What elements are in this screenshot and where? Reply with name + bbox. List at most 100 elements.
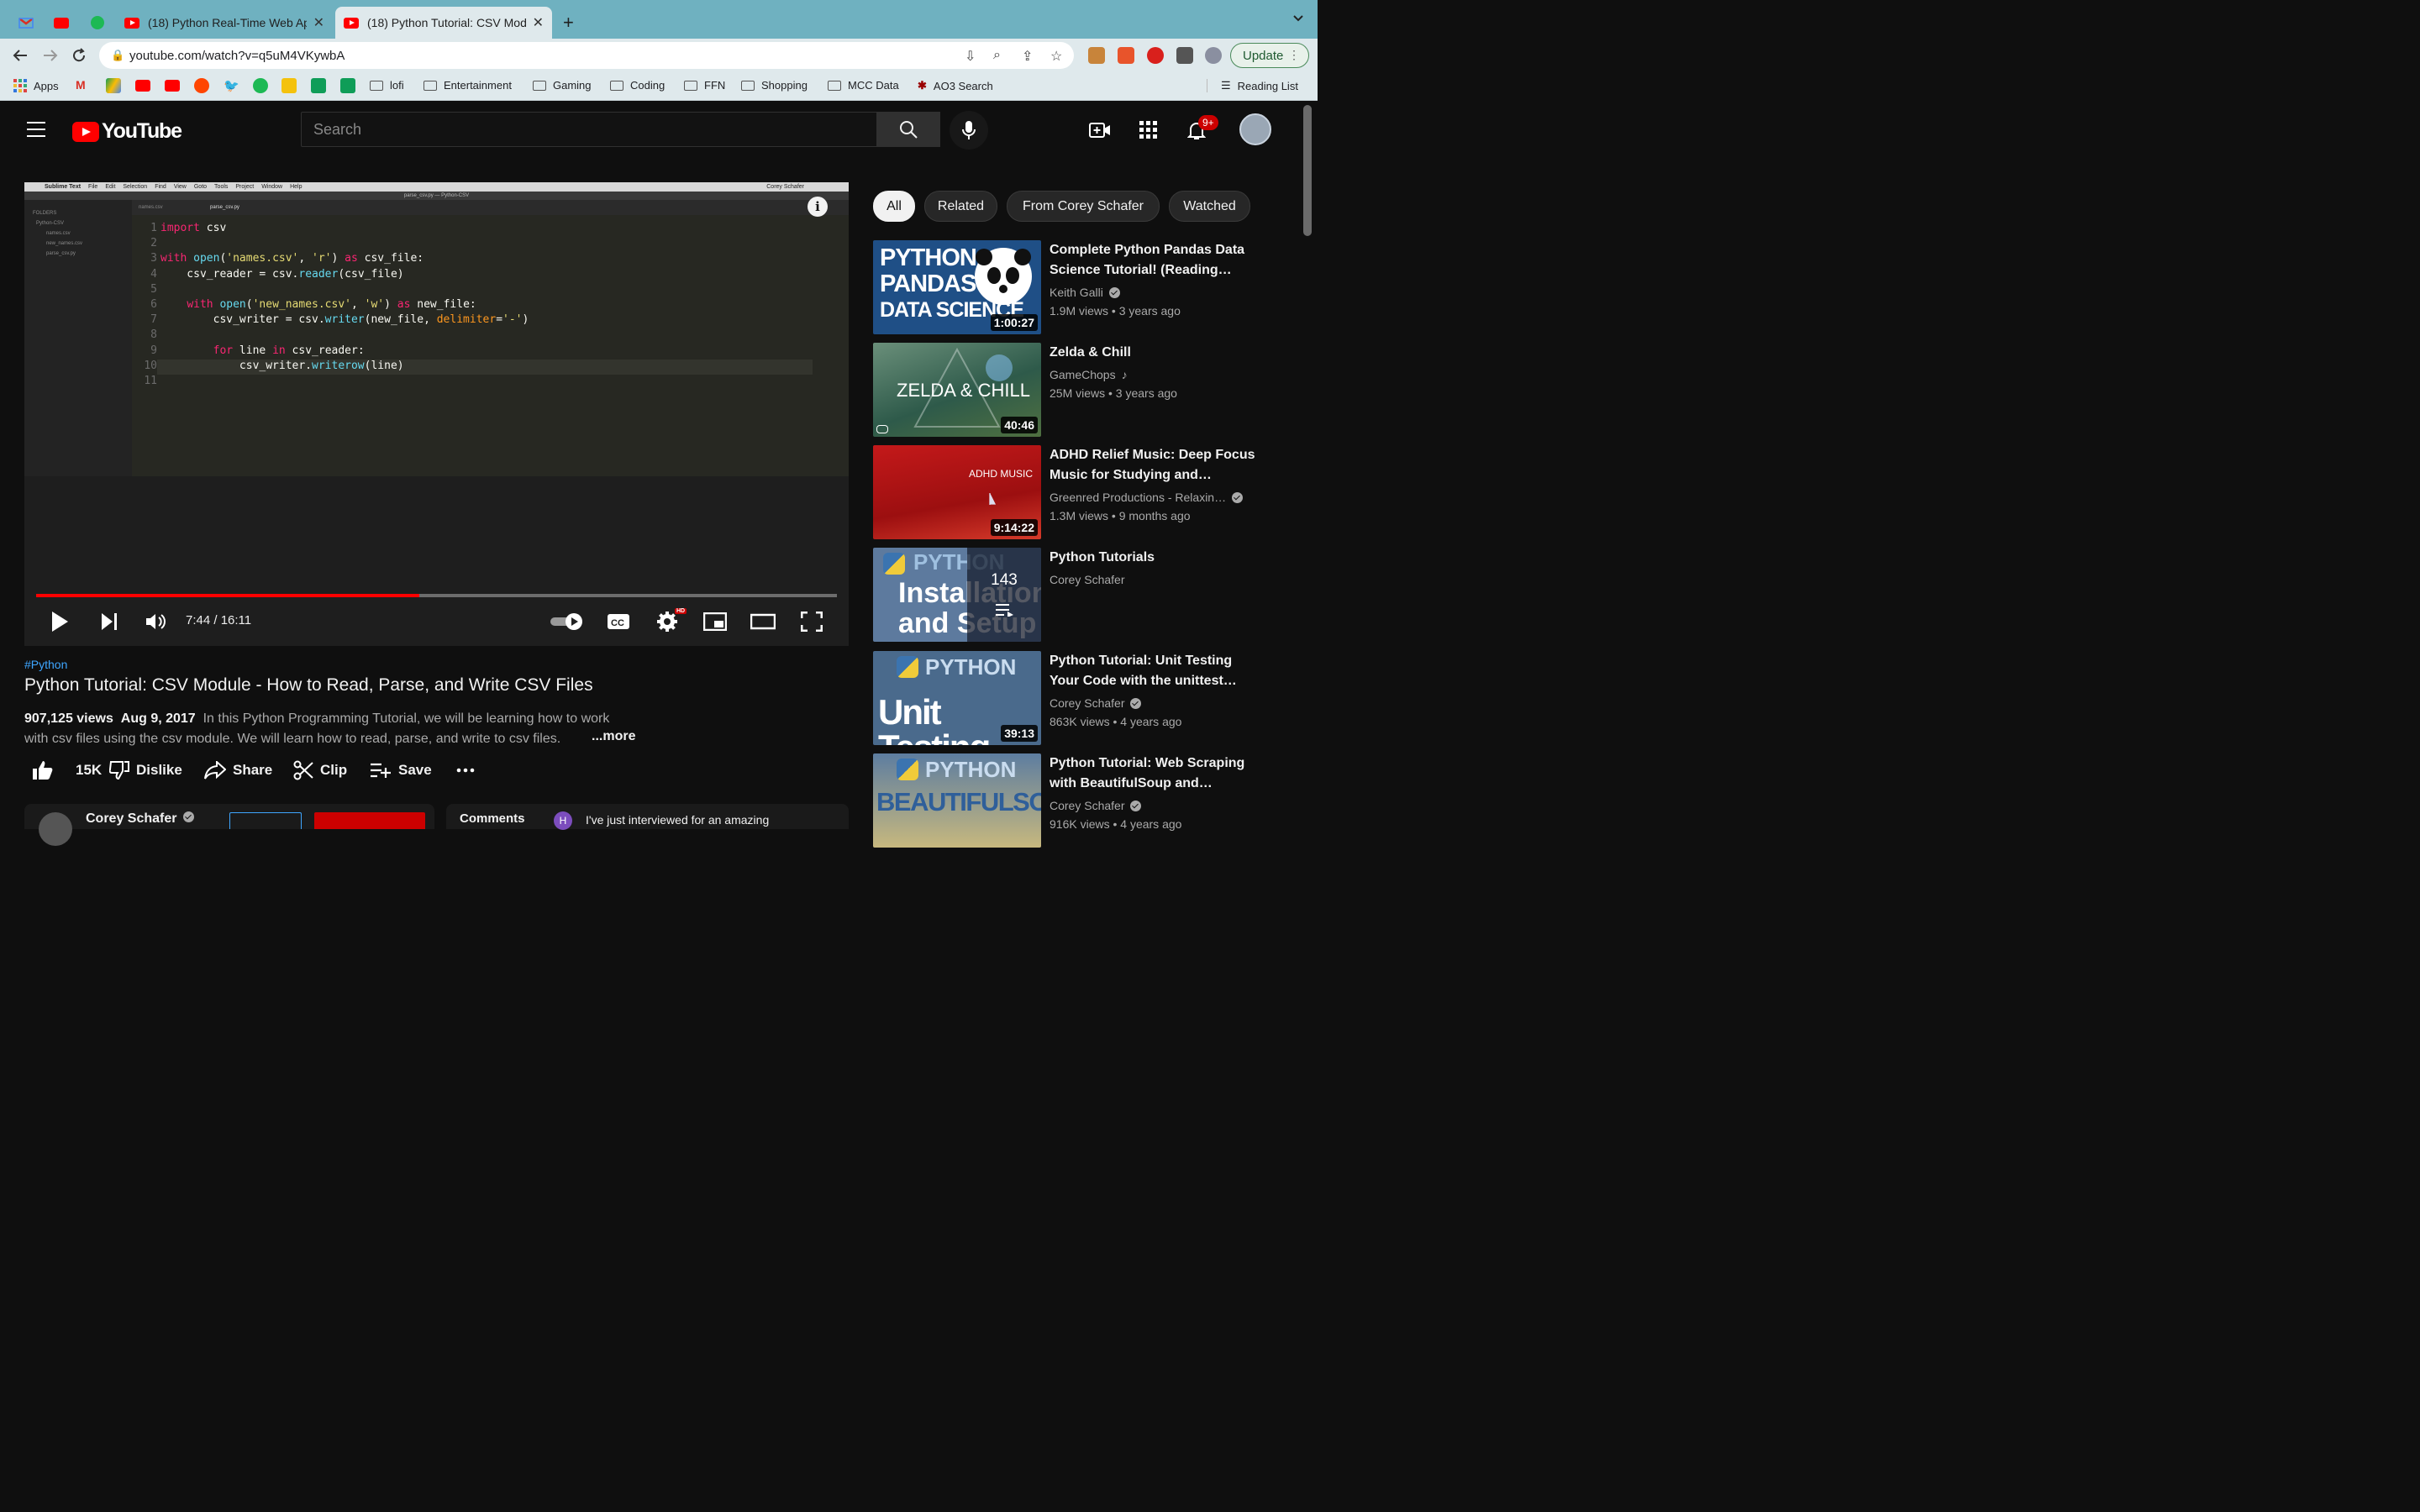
playlist-thumbnail[interactable]: PYTHON Installation and Setup 143 [873,548,1041,642]
recommended-video[interactable]: PYTHON BEAUTIFULSOUP Python Tutorial: We… [873,753,1276,848]
bookmark-folder-mcc-data[interactable]: MCC Data [828,79,899,92]
gmail-bookmark-icon[interactable]: M [76,78,91,93]
recommended-playlist[interactable]: PYTHON Installation and Setup 143 Python… [873,548,1276,642]
video-description[interactable]: 907,125 views Aug 9, 2017 In this Python… [24,709,646,749]
video-thumbnail[interactable]: ZELDA & CHILL 40:46 [873,343,1041,437]
menu-hamburger-icon[interactable] [27,122,45,142]
more-actions-button[interactable] [456,759,481,782]
channel-name[interactable]: Corey Schafer [86,811,194,827]
reading-list-button[interactable]: ☰ Reading List [1207,79,1298,92]
url-text[interactable]: youtube.com/watch?v=q5uM4VKywbA [129,49,345,63]
bookmark-apps[interactable]: Apps [13,79,59,92]
clip-button[interactable]: Clip [293,759,347,782]
playlist-title[interactable]: Python Tutorials [1050,548,1260,568]
create-video-icon[interactable] [1089,119,1111,141]
pen-bookmark-icon[interactable] [281,78,297,93]
join-button[interactable] [229,812,302,829]
share-icon[interactable]: ⇪ [1022,48,1033,65]
channel-name[interactable]: Corey Schafer [1050,573,1124,586]
theater-mode-button[interactable] [749,606,777,637]
next-button[interactable] [97,606,122,637]
twitter-bookmark-icon[interactable]: 🐦 [224,78,239,93]
tab-python-realtime[interactable]: (18) Python Real-Time Web Ap ✕ [116,7,333,39]
sheets-bookmark-icon[interactable] [311,78,326,93]
lock-icon[interactable]: 🔒 [111,49,124,62]
voice-search-button[interactable] [950,111,988,150]
user-avatar[interactable] [1239,113,1271,145]
video-hashtag[interactable]: #Python [24,658,67,671]
video-title[interactable]: Zelda & Chill [1050,343,1260,363]
search-button[interactable] [876,112,940,147]
adblock-icon[interactable] [1147,47,1164,64]
save-button[interactable]: Save [370,759,432,782]
address-bar[interactable]: 🔒 youtube.com/watch?v=q5uM4VKywbA ⇩ ⌕ ⇪ … [99,42,1074,69]
channel-name[interactable]: Keith Galli [1050,286,1120,299]
chip-watched[interactable]: Watched [1169,191,1250,222]
play-button[interactable] [46,606,73,637]
youtube-bookmark-icon[interactable] [165,80,180,92]
update-button[interactable]: Update ⋮ [1230,43,1309,68]
drive-bookmark-icon[interactable] [106,78,121,93]
channel-name[interactable]: GameChops ♪ [1050,368,1128,381]
dislike-button[interactable]: Dislike [109,759,182,782]
page-scrollbar[interactable] [1303,105,1312,236]
chip-related[interactable]: Related [924,191,997,222]
bookmark-star-icon[interactable]: ☆ [1050,48,1062,65]
like-button[interactable]: 15K [32,759,102,782]
spotify-pinned-tab[interactable] [85,10,110,35]
extension-icon[interactable] [1088,47,1105,64]
bookmark-folder-lofi[interactable]: lofi [370,79,404,92]
video-thumbnail[interactable]: PYTHON Unit Testing 39:13 [873,651,1041,745]
new-tab-button[interactable]: + [563,12,574,34]
video-thumbnail[interactable]: ADHD MUSIC 9:14:22 [873,445,1041,539]
tab-search-chevron-icon[interactable] [1292,12,1304,25]
back-button[interactable] [10,45,30,66]
tab-python-csv[interactable]: (18) Python Tutorial: CSV Modu ✕ [335,7,552,39]
recommended-video[interactable]: ADHD MUSIC 9:14:22 ADHD Relief Music: De… [873,445,1276,539]
reddit-bookmark-icon[interactable] [194,78,209,93]
video-player[interactable]: Sublime Text File Edit Selection Find Vi… [24,182,849,646]
fullscreen-button[interactable] [797,606,826,637]
bookmark-folder-shopping[interactable]: Shopping [741,79,808,92]
sheets-bookmark-icon[interactable] [340,78,355,93]
youtube-pinned-tab[interactable] [49,10,74,35]
recommended-video[interactable]: ZELDA & CHILL 40:46 Zelda & Chill GameCh… [873,343,1276,437]
profile-icon[interactable] [1205,47,1222,64]
puzzle-icon[interactable] [1176,47,1193,64]
bookmark-folder-entertainment[interactable]: Entertainment [424,79,512,92]
apps-grid-icon[interactable] [1138,119,1160,141]
bookmark-folder-gaming[interactable]: Gaming [533,79,592,92]
channel-name[interactable]: Greenred Productions - Relaxin… [1050,491,1244,504]
youtube-logo[interactable]: YouTube [72,119,182,144]
bookmark-folder-coding[interactable]: Coding [610,79,665,92]
video-title[interactable]: ADHD Relief Music: Deep Focus Music for … [1050,445,1260,486]
miniplayer-button[interactable] [702,606,729,637]
channel-avatar[interactable] [39,812,72,846]
chip-from-corey-schafer[interactable]: From Corey Schafer [1007,191,1160,222]
menu-dots-icon[interactable]: ⋮ [1288,48,1300,62]
forward-button[interactable] [40,45,60,66]
tp-extension-icon[interactable] [1118,47,1134,64]
video-title[interactable]: Complete Python Pandas Data Science Tuto… [1050,240,1260,281]
zoom-icon[interactable]: ⌕ [993,48,1001,63]
recommended-video[interactable]: PYTHON PANDAS DATA SCIENCE 1:00:27 Compl… [873,240,1276,334]
video-title[interactable]: Python Tutorial: Web Scraping with Beaut… [1050,753,1260,794]
youtube-bookmark-icon[interactable] [135,80,150,92]
share-button[interactable]: Share [204,759,272,782]
gmail-pinned-tab[interactable] [13,10,39,35]
close-tab-icon[interactable]: ✕ [313,14,324,31]
captions-button[interactable]: CC [604,606,633,637]
install-icon[interactable]: ⇩ [965,48,976,65]
chip-all[interactable]: All [873,191,915,222]
progress-bar[interactable] [36,594,837,597]
bookmark-ao3-search[interactable]: ✱ AO3 Search [918,79,993,92]
volume-button[interactable] [144,606,169,637]
video-thumbnail[interactable]: PYTHON BEAUTIFULSOUP [873,753,1041,848]
search-input[interactable]: Search [301,112,877,147]
bookmark-folder-ffn[interactable]: FFN [684,79,725,92]
close-tab-icon[interactable]: ✕ [533,14,544,31]
autoplay-toggle[interactable] [549,606,584,637]
video-title[interactable]: Python Tutorial: Unit Testing Your Code … [1050,651,1260,691]
channel-name[interactable]: Corey Schafer [1050,696,1142,710]
reload-button[interactable] [69,45,89,66]
